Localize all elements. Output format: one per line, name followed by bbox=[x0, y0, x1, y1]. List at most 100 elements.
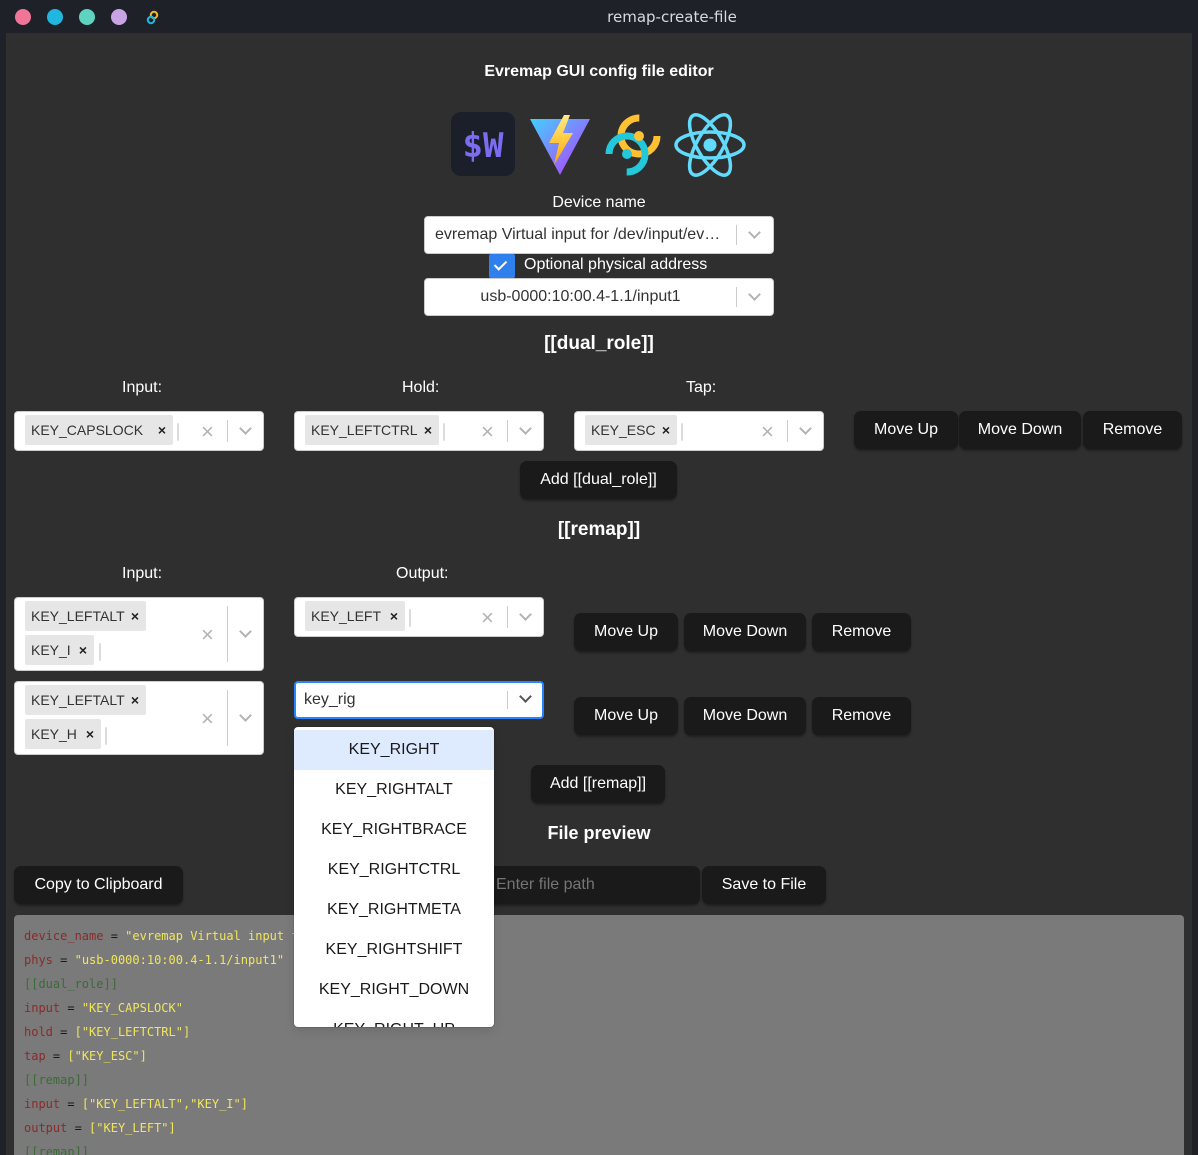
key-chip: KEY_I × bbox=[25, 635, 94, 665]
menu-option[interactable]: KEY_RIGHT_UP bbox=[294, 1010, 494, 1027]
tauri-icon[interactable] bbox=[603, 112, 665, 178]
device-name-label: Device name bbox=[552, 194, 646, 211]
checkmark-icon bbox=[493, 257, 508, 271]
vite-icon[interactable] bbox=[527, 113, 593, 179]
preview-line: input = ["KEY_LEFTALT","KEY_I"] bbox=[24, 1097, 248, 1111]
phys-address-select[interactable]: usb-0000:10:00.4-1.1/input1 bbox=[424, 278, 774, 316]
remap-remove-button[interactable]: Remove bbox=[812, 697, 911, 735]
menu-option[interactable]: KEY_RIGHTSHIFT bbox=[294, 930, 494, 970]
remap-move-down-button[interactable]: Move Down bbox=[684, 613, 806, 651]
svg-text:$W: $W bbox=[463, 126, 504, 166]
preview-line: device_name = "evremap Virtual input fo bbox=[24, 929, 306, 943]
remap-output-label: Output: bbox=[396, 565, 449, 582]
remap-remove-button[interactable]: Remove bbox=[812, 613, 911, 651]
chevron-down-icon[interactable] bbox=[748, 226, 761, 239]
menu-option[interactable]: KEY_RIGHTCTRL bbox=[294, 850, 494, 890]
chevron-down-icon[interactable] bbox=[239, 709, 252, 722]
remove-chip-icon[interactable]: × bbox=[417, 415, 439, 445]
remap-output-search-input[interactable]: key_rig bbox=[304, 691, 494, 709]
remap-move-down-button[interactable]: Move Down bbox=[684, 697, 806, 735]
add-remap-button[interactable]: Add [[remap]] bbox=[531, 765, 665, 803]
clear-icon[interactable]: × bbox=[481, 607, 494, 629]
menu-option[interactable]: KEY_RIGHTALT bbox=[294, 770, 494, 810]
chevron-down-icon[interactable] bbox=[519, 690, 532, 703]
preview-line: input = "KEY_CAPSLOCK" bbox=[24, 1001, 183, 1015]
clear-icon[interactable]: × bbox=[481, 421, 494, 443]
dual-role-move-up-button[interactable]: Move Up bbox=[854, 411, 958, 449]
menu-option[interactable]: KEY_RIGHT bbox=[294, 730, 494, 770]
menu-option[interactable]: KEY_RIGHT_DOWN bbox=[294, 970, 494, 1010]
clear-icon[interactable]: × bbox=[201, 624, 214, 646]
remap-move-up-button[interactable]: Move Up bbox=[574, 697, 678, 735]
copy-to-clipboard-button[interactable]: Copy to Clipboard bbox=[14, 866, 183, 904]
phys-address-label: Optional physical address bbox=[524, 256, 708, 273]
remove-chip-icon[interactable]: × bbox=[383, 601, 405, 631]
remove-chip-icon[interactable]: × bbox=[151, 415, 173, 445]
react-icon[interactable] bbox=[674, 113, 746, 177]
text-caret bbox=[681, 423, 683, 441]
menu-option[interactable]: KEY_RIGHTMETA bbox=[294, 890, 494, 930]
select-separator bbox=[507, 691, 508, 709]
remove-chip-icon[interactable]: × bbox=[124, 601, 146, 631]
window-title: remap-create-file bbox=[607, 8, 737, 26]
remove-chip-icon[interactable]: × bbox=[72, 635, 94, 665]
select-separator bbox=[787, 420, 788, 442]
preview-line: phys = "usb-0000:10:00.4-1.1/input1" bbox=[24, 953, 285, 967]
select-separator bbox=[507, 420, 508, 442]
chevron-down-icon[interactable] bbox=[799, 422, 812, 435]
remap-move-up-button[interactable]: Move Up bbox=[574, 613, 678, 651]
file-path-input[interactable] bbox=[486, 866, 700, 904]
preview-line: [[dual_role]] bbox=[24, 977, 118, 991]
chevron-down-icon[interactable] bbox=[519, 422, 532, 435]
text-caret bbox=[409, 609, 411, 627]
key-options-menu: KEY_RIGHT KEY_RIGHTALT KEY_RIGHTBRACE KE… bbox=[294, 727, 494, 1027]
remove-chip-icon[interactable]: × bbox=[655, 415, 677, 445]
chevron-down-icon[interactable] bbox=[519, 608, 532, 621]
remap-input-select[interactable]: KEY_LEFTALT × KEY_I × × bbox=[14, 597, 264, 671]
preview-line: output = ["KEY_LEFT"] bbox=[24, 1121, 176, 1135]
device-name-select[interactable]: evremap Virtual input for /dev/input/ev… bbox=[424, 216, 774, 254]
phys-address-checkbox[interactable] bbox=[489, 254, 515, 278]
select-separator bbox=[227, 690, 228, 746]
key-chip: KEY_LEFTCTRL × bbox=[305, 415, 439, 445]
title-bar: remap-create-file bbox=[0, 0, 1198, 33]
key-chip: KEY_LEFTALT × bbox=[25, 601, 146, 631]
clear-icon[interactable]: × bbox=[201, 421, 214, 443]
clear-icon[interactable]: × bbox=[761, 421, 774, 443]
text-caret bbox=[443, 423, 445, 441]
key-chip: KEY_H × bbox=[25, 719, 101, 749]
wasm-icon[interactable]: $W bbox=[451, 112, 515, 176]
clear-icon[interactable]: × bbox=[201, 708, 214, 730]
preview-line: hold = ["KEY_LEFTCTRL"] bbox=[24, 1025, 191, 1039]
select-separator bbox=[507, 606, 508, 628]
remove-chip-icon[interactable]: × bbox=[79, 719, 101, 749]
remap-output-select[interactable]: KEY_LEFT × × bbox=[294, 597, 544, 637]
dual-role-input-select[interactable]: KEY_CAPSLOCK × × bbox=[14, 411, 264, 451]
menu-option[interactable]: KEY_RIGHTBRACE bbox=[294, 810, 494, 850]
app-window: Evremap GUI config file editor $W Device… bbox=[6, 33, 1192, 1155]
dual-role-heading: [[dual_role]] bbox=[544, 333, 654, 354]
remove-chip-icon[interactable]: × bbox=[124, 685, 146, 715]
file-preview-code: device_name = "evremap Virtual input fo … bbox=[14, 915, 1184, 1155]
dual-role-tap-select[interactable]: KEY_ESC × × bbox=[574, 411, 824, 451]
key-chip: KEY_LEFTALT × bbox=[25, 685, 146, 715]
select-separator bbox=[227, 420, 228, 442]
dual-role-input-label: Input: bbox=[122, 379, 163, 396]
dual-role-hold-select[interactable]: KEY_LEFTCTRL × × bbox=[294, 411, 544, 451]
chevron-down-icon[interactable] bbox=[239, 422, 252, 435]
dual-role-remove-button[interactable]: Remove bbox=[1083, 411, 1182, 449]
remap-input-select[interactable]: KEY_LEFTALT × KEY_H × × bbox=[14, 681, 264, 755]
key-chip: KEY_ESC × bbox=[585, 415, 677, 445]
select-separator bbox=[736, 225, 737, 245]
chevron-down-icon[interactable] bbox=[748, 288, 761, 301]
preview-line: tap = ["KEY_ESC"] bbox=[24, 1049, 147, 1063]
chevron-down-icon[interactable] bbox=[239, 625, 252, 638]
dual-role-move-down-button[interactable]: Move Down bbox=[959, 411, 1081, 449]
save-to-file-button[interactable]: Save to File bbox=[702, 866, 826, 904]
remap-output-select-focused[interactable]: key_rig bbox=[294, 681, 544, 719]
add-dual-role-button[interactable]: Add [[dual_role]] bbox=[520, 461, 677, 499]
preview-line: [[remap]] bbox=[24, 1145, 90, 1155]
select-separator bbox=[736, 287, 737, 307]
preview-line: [[remap]] bbox=[24, 1073, 90, 1087]
key-chip: KEY_CAPSLOCK × bbox=[25, 415, 173, 445]
